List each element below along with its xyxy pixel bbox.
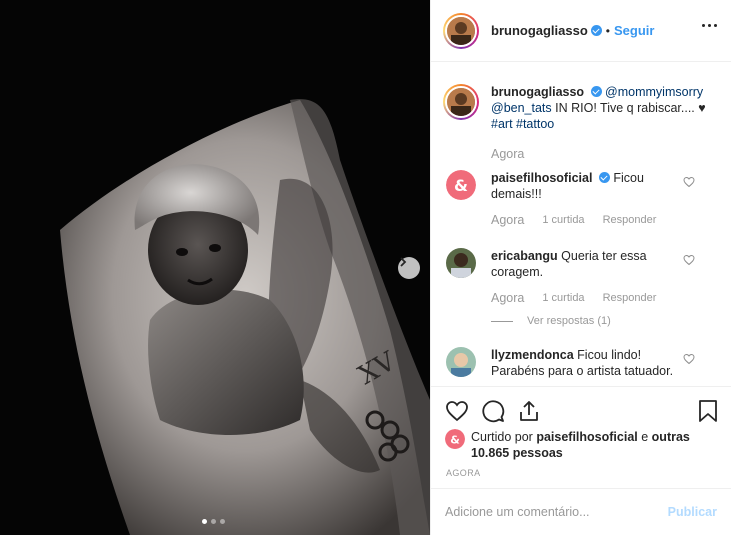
carousel-dot <box>211 519 216 524</box>
heart-icon[interactable] <box>683 176 695 188</box>
caption-text: IN RIO! Tive q rabiscar.... ♥ <box>555 101 706 115</box>
likes-summary: & Curtido por paisefilhosoficial e outra… <box>445 429 721 461</box>
carousel-next-button[interactable] <box>398 257 420 279</box>
heart-icon[interactable] <box>445 399 469 423</box>
publish-button[interactable]: Publicar <box>668 505 717 519</box>
caption-time: Agora <box>491 147 525 161</box>
carousel-dot <box>220 519 225 524</box>
separator-dot: • <box>605 23 610 38</box>
author-avatar[interactable] <box>443 84 479 120</box>
action-bar <box>431 386 731 426</box>
comment-username[interactable]: llyzmendonca <box>491 348 574 362</box>
svg-text:&: & <box>450 434 460 447</box>
likes-middle: e <box>641 430 649 444</box>
likes-prefix: Curtido por <box>471 430 533 444</box>
liker-avatar[interactable]: & <box>445 429 465 449</box>
post-caption: brunogagliasso @mommyimsorry @ben_tats I… <box>443 84 719 162</box>
post-timestamp: AGORA <box>446 468 481 478</box>
comment-likes-count[interactable]: 1 curtida <box>542 212 584 228</box>
caption-hashtags[interactable]: #art #tattoo <box>491 117 554 131</box>
author-avatar[interactable] <box>443 12 479 49</box>
comment-username[interactable]: paisefilhosoficial <box>491 171 592 185</box>
comment-item: llyzmendonca Ficou lindo! Parabéns para … <box>443 347 719 379</box>
replies-divider <box>491 320 513 322</box>
comment-username[interactable]: ericabangu <box>491 249 558 263</box>
post-header: brunogagliasso • Seguir <box>431 0 731 62</box>
comment-likes-count[interactable]: 1 curtida <box>542 290 584 306</box>
commenter-avatar[interactable]: & <box>446 170 476 200</box>
carousel-indicator <box>202 519 225 524</box>
author-username[interactable]: brunogagliasso <box>491 23 588 38</box>
view-replies-button[interactable]: Ver respostas (1) <box>491 315 719 327</box>
reply-button[interactable]: Responder <box>603 290 657 306</box>
liker-username[interactable]: paisefilhosoficial <box>536 430 637 444</box>
svg-text:&: & <box>454 176 468 195</box>
comment-time: Agora <box>491 213 525 227</box>
post-details-panel: brunogagliasso • Seguir brunogagliasso @… <box>430 0 731 535</box>
view-replies-label: Ver respostas (1) <box>527 315 611 327</box>
chevron-right-icon <box>400 257 407 267</box>
share-icon[interactable] <box>517 399 541 423</box>
follow-button[interactable]: Seguir <box>614 23 654 38</box>
comment-time: Agora <box>491 291 525 305</box>
comment-form: Publicar <box>431 488 731 535</box>
heart-icon[interactable] <box>683 353 695 365</box>
verified-badge-icon <box>598 172 610 183</box>
comment-input[interactable] <box>445 505 668 519</box>
verified-badge-icon <box>590 86 602 97</box>
comments-list[interactable]: brunogagliasso @mommyimsorry @ben_tats I… <box>431 63 731 385</box>
heart-icon[interactable] <box>683 254 695 266</box>
caption-username[interactable]: brunogagliasso <box>491 85 584 99</box>
verified-badge-icon <box>590 25 602 36</box>
commenter-avatar[interactable] <box>446 347 476 377</box>
more-options-icon[interactable] <box>702 24 717 27</box>
commenter-avatar[interactable] <box>446 248 476 278</box>
reply-button[interactable]: Responder <box>603 212 657 228</box>
bookmark-icon[interactable] <box>697 399 719 423</box>
comment-item: ericabangu Queria ter essa coragem. Agor… <box>443 248 719 306</box>
tattoo-image: XV <box>0 0 430 535</box>
comment-item: & paisefilhosoficial Ficou demais!!! Ago… <box>443 170 719 228</box>
carousel-dot <box>202 519 207 524</box>
post-photo: XV <box>0 0 430 535</box>
comment-icon[interactable] <box>481 399 505 423</box>
